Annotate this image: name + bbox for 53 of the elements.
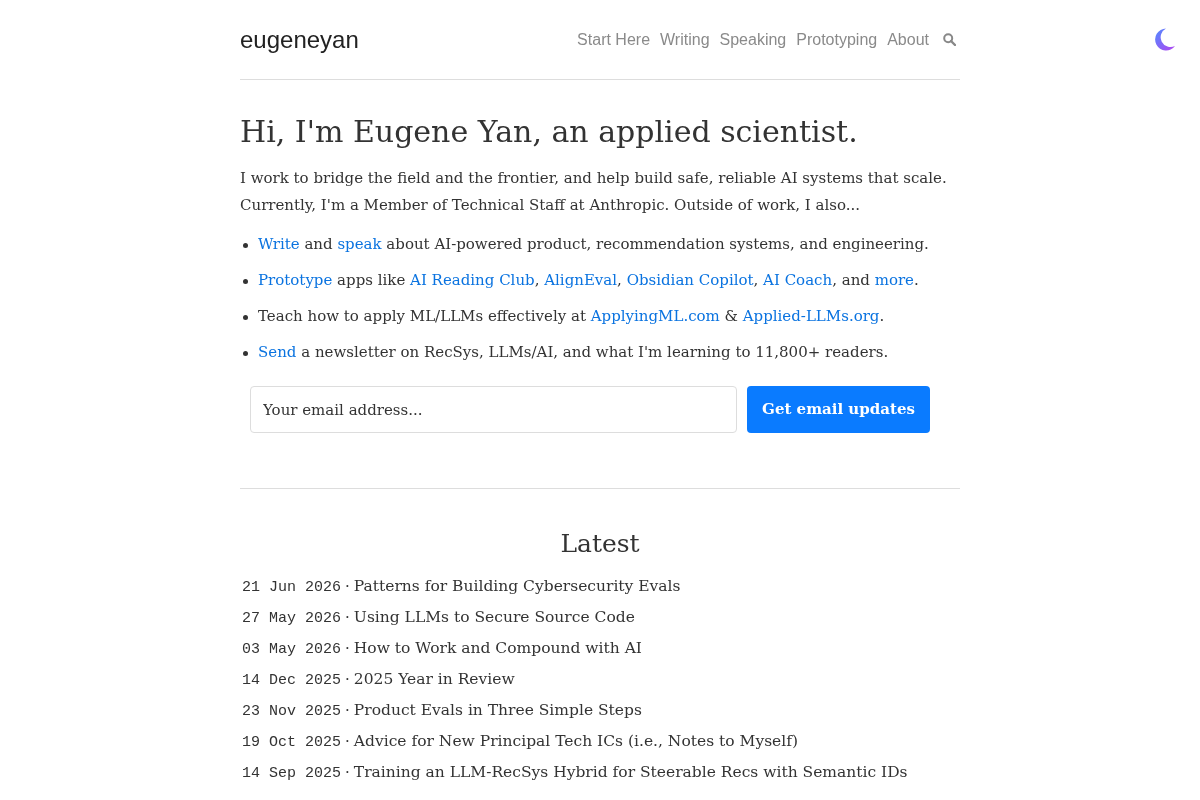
- post-date: 23 Nov 2025: [242, 702, 342, 722]
- date-separator: ·: [345, 669, 350, 690]
- bullet-icon: [243, 315, 248, 320]
- text-link[interactable]: Prototype: [258, 271, 333, 289]
- post-date: 19 Oct 2025: [242, 733, 342, 753]
- text-link[interactable]: AI Coach: [763, 271, 833, 289]
- nav-link[interactable]: Speaking: [719, 29, 787, 50]
- text-link[interactable]: Applied-LLMs.org: [742, 307, 880, 325]
- post-title-link[interactable]: Using LLMs to Secure Source Code: [353, 606, 635, 630]
- post-title-link[interactable]: How to Work and Compound with AI: [353, 637, 642, 661]
- date-separator: ·: [345, 700, 350, 721]
- list-item-text: Prototype apps like AI Reading Club, AlignEval, Obsidian Copilot, AI Coach, and more.: [258, 270, 919, 291]
- date-separator: ·: [345, 607, 350, 628]
- email-input[interactable]: Your email address...: [250, 386, 737, 433]
- subscribe-button[interactable]: Get email updates: [747, 386, 930, 433]
- bullet-icon: [243, 279, 248, 284]
- post-date: 27 May 2026: [242, 609, 342, 629]
- nav-link[interactable]: Writing: [660, 29, 710, 50]
- nav-link[interactable]: Prototyping: [796, 29, 878, 50]
- list-item-text: Teach how to apply ML/LLMs effectively at ApplyingML.com & Applied-LLMs.org.: [258, 306, 885, 327]
- page-heading: Hi, I'm Eugene Yan, an applied scientist.: [240, 113, 859, 151]
- site-logo[interactable]: eugeneyan: [240, 27, 359, 52]
- date-separator: ·: [345, 731, 350, 752]
- bullet-icon: [243, 243, 248, 248]
- nav-link[interactable]: About: [887, 29, 929, 50]
- text-link[interactable]: AlignEval: [544, 271, 618, 289]
- date-separator: ·: [345, 576, 350, 597]
- text-link[interactable]: more: [874, 271, 914, 289]
- search-icon[interactable]: [943, 33, 956, 46]
- post-title-link[interactable]: Patterns for Building Cybersecurity Evals: [353, 575, 681, 599]
- list-item-text: Send a newsletter on RecSys, LLMs/AI, and what I'm learning to 11,800+ readers.: [258, 342, 889, 363]
- post-date: 03 May 2026: [242, 640, 342, 660]
- text-link[interactable]: AI Reading Club: [410, 271, 535, 289]
- text-link[interactable]: Obsidian Copilot: [626, 271, 754, 289]
- text-link[interactable]: speak: [337, 235, 382, 253]
- post-title-link[interactable]: 2025 Year in Review: [353, 668, 515, 692]
- section-heading: Latest: [559, 528, 641, 560]
- post-date: 14 Dec 2025: [242, 671, 342, 691]
- text-link[interactable]: Write: [258, 235, 300, 253]
- moon-icon[interactable]: [1154, 28, 1175, 51]
- post-title-link[interactable]: Product Evals in Three Simple Steps: [353, 699, 642, 723]
- post-date: 14 Sep 2025: [242, 764, 342, 784]
- date-separator: ·: [345, 638, 350, 659]
- post-title-link[interactable]: Training an LLM-RecSys Hybrid for Steerable Recs with Semantic IDs: [353, 761, 908, 785]
- nav-link[interactable]: Start Here: [577, 29, 651, 50]
- intro-paragraph: I work to bridge the field and the frontier, and help build safe, reliable AI systems that scale. Currently, I'm a Member of Technical Staff at Anthropic. Outside of work, I also...: [240, 168, 948, 216]
- date-separator: ·: [345, 762, 350, 783]
- post-title-link[interactable]: Advice for New Principal Tech ICs (i.e., Notes to Myself): [353, 730, 799, 754]
- text-link[interactable]: ApplyingML.com: [590, 307, 720, 325]
- post-date: 21 Jun 2026: [242, 578, 342, 598]
- list-item-text: Write and speak about AI-powered product, recommendation systems, and engineering.: [258, 234, 929, 255]
- text-link[interactable]: Send: [258, 343, 297, 361]
- bullet-icon: [243, 351, 248, 356]
